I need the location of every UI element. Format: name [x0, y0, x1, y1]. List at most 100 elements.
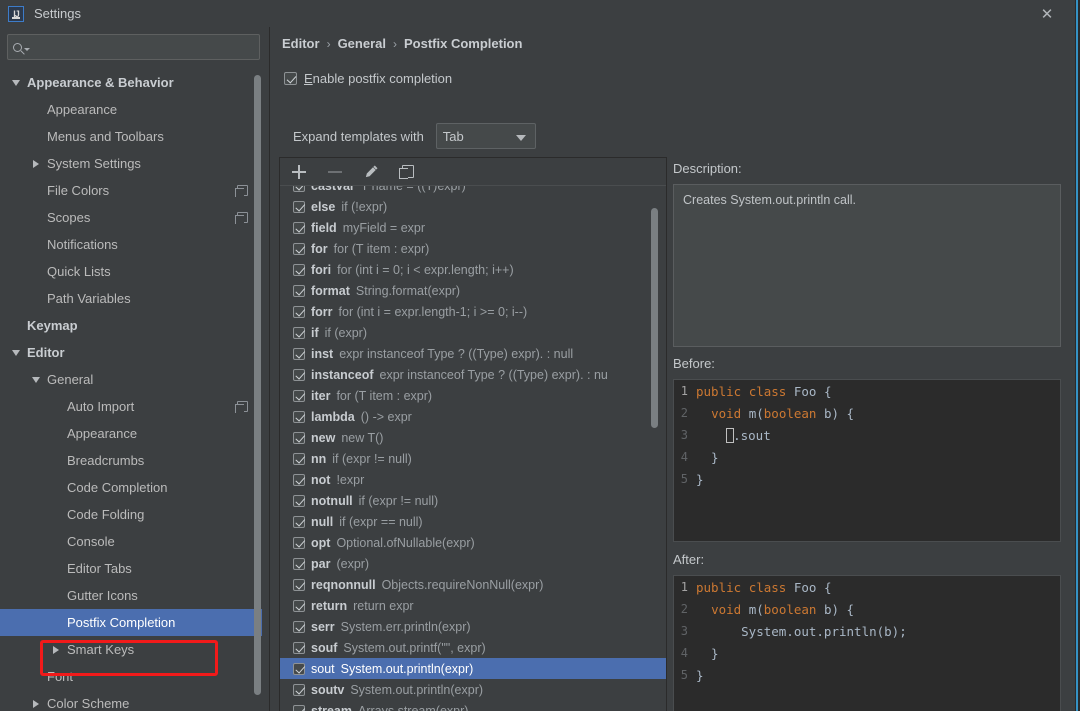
template-checkbox-icon[interactable]	[293, 200, 305, 213]
pencil-icon[interactable]	[362, 163, 380, 181]
template-row[interactable]: instanceof expr instanceof Type ? ((Type)…	[280, 364, 666, 385]
template-checkbox-icon[interactable]	[293, 578, 305, 591]
checkbox-icon[interactable]	[284, 72, 297, 85]
sidebar-item-keymap[interactable]: Keymap	[0, 312, 262, 339]
sidebar-item-menus-and-toolbars[interactable]: Menus and Toolbars	[0, 123, 262, 150]
template-checkbox-icon[interactable]	[293, 641, 305, 654]
template-checkbox-icon[interactable]	[293, 431, 305, 444]
sidebar-item-editor[interactable]: Editor	[0, 339, 262, 366]
template-checkbox-icon[interactable]	[293, 305, 305, 318]
template-row[interactable]: new new T()	[280, 427, 666, 448]
copy-icon[interactable]	[398, 163, 416, 181]
template-checkbox-icon[interactable]	[293, 221, 305, 234]
sidebar-item-auto-import[interactable]: Auto Import	[0, 393, 262, 420]
template-row[interactable]: notnull if (expr != null)	[280, 490, 666, 511]
chevron-down-icon[interactable]	[9, 79, 22, 86]
template-checkbox-icon[interactable]	[293, 242, 305, 255]
minus-icon[interactable]	[326, 163, 344, 181]
sidebar-item-path-variables[interactable]: Path Variables	[0, 285, 262, 312]
search-field[interactable]	[7, 34, 260, 60]
copy-settings-icon[interactable]	[235, 185, 248, 197]
sidebar-item-code-completion[interactable]: Code Completion	[0, 474, 262, 501]
template-checkbox-icon[interactable]	[293, 557, 305, 570]
template-row[interactable]: soutv System.out.println(expr)	[280, 679, 666, 700]
template-checkbox-icon[interactable]	[293, 515, 305, 528]
copy-settings-icon[interactable]	[235, 212, 248, 224]
search-input[interactable]	[30, 40, 259, 54]
template-checkbox-icon[interactable]	[293, 620, 305, 633]
breadcrumb-item-editor[interactable]: Editor	[282, 36, 320, 51]
sidebar-item-notifications[interactable]: Notifications	[0, 231, 262, 258]
template-checkbox-icon[interactable]	[293, 704, 305, 711]
sidebar-item-breadcrumbs[interactable]: Breadcrumbs	[0, 447, 262, 474]
template-checkbox-icon[interactable]	[293, 186, 305, 192]
sidebar-item-color-scheme[interactable]: Color Scheme	[0, 690, 262, 711]
breadcrumb-item-general[interactable]: General	[338, 36, 386, 51]
sidebar-item-font[interactable]: Font	[0, 663, 262, 690]
sidebar-item-console[interactable]: Console	[0, 528, 262, 555]
template-row[interactable]: format String.format(expr)	[280, 280, 666, 301]
expand-templates-select[interactable]: Tab	[435, 123, 536, 149]
template-row[interactable]: fori for (int i = 0; i < expr.length; i++…	[280, 259, 666, 280]
enable-postfix-completion-checkbox[interactable]: Enable postfix completion	[284, 71, 452, 86]
template-row[interactable]: lambda () -> expr	[280, 406, 666, 427]
sidebar-item-code-folding[interactable]: Code Folding	[0, 501, 262, 528]
sidebar-item-postfix-completion[interactable]: Postfix Completion	[0, 609, 262, 636]
templates-list[interactable]: castvar T name = ((T)expr) else if (!expr) f…	[280, 186, 666, 711]
sidebar-item-editor-tabs[interactable]: Editor Tabs	[0, 555, 262, 582]
template-checkbox-icon[interactable]	[293, 410, 305, 423]
template-row[interactable]: nn if (expr != null)	[280, 448, 666, 469]
sidebar-item-quick-lists[interactable]: Quick Lists	[0, 258, 262, 285]
sidebar-item-scopes[interactable]: Scopes	[0, 204, 262, 231]
template-checkbox-icon[interactable]	[293, 473, 305, 486]
template-row[interactable]: iter for (T item : expr)	[280, 385, 666, 406]
chevron-right-icon[interactable]	[49, 645, 62, 654]
template-row[interactable]: par (expr)	[280, 553, 666, 574]
template-checkbox-icon[interactable]	[293, 599, 305, 612]
template-row[interactable]: forr for (int i = expr.length-1; i >= 0; …	[280, 301, 666, 322]
chevron-down-icon[interactable]	[9, 349, 22, 356]
copy-settings-icon[interactable]	[235, 401, 248, 413]
template-row[interactable]: serr System.err.println(expr)	[280, 616, 666, 637]
template-checkbox-icon[interactable]	[293, 536, 305, 549]
template-row[interactable]: not !expr	[280, 469, 666, 490]
template-checkbox-icon[interactable]	[293, 662, 305, 675]
template-checkbox-icon[interactable]	[293, 263, 305, 276]
template-checkbox-icon[interactable]	[293, 494, 305, 507]
template-checkbox-icon[interactable]	[293, 389, 305, 402]
template-row[interactable]: inst expr instanceof Type ? ((Type) expr)…	[280, 343, 666, 364]
template-row[interactable]: stream Arrays.stream(expr)	[280, 700, 666, 711]
chevron-right-icon[interactable]	[29, 699, 42, 708]
plus-icon[interactable]	[290, 163, 308, 181]
template-checkbox-icon[interactable]	[293, 452, 305, 465]
sidebar-item-appearance-behavior[interactable]: Appearance & Behavior	[0, 69, 262, 96]
sidebar-item-appearance[interactable]: Appearance	[0, 96, 262, 123]
sidebar-item-general[interactable]: General	[0, 366, 262, 393]
template-checkbox-icon[interactable]	[293, 347, 305, 360]
sidebar-item-smart-keys[interactable]: Smart Keys	[0, 636, 262, 663]
settings-tree[interactable]: Appearance & Behavior Appearance Menus and…	[0, 69, 262, 711]
chevron-down-icon[interactable]	[29, 376, 42, 383]
template-checkbox-icon[interactable]	[293, 368, 305, 381]
template-row[interactable]: null if (expr == null)	[280, 511, 666, 532]
template-row[interactable]: field myField = expr	[280, 217, 666, 238]
template-row[interactable]: reqnonnull Objects.requireNonNull(expr)	[280, 574, 666, 595]
template-row[interactable]: souf System.out.printf("", expr)	[280, 637, 666, 658]
templates-scrollbar-thumb[interactable]	[651, 208, 658, 428]
template-row[interactable]: else if (!expr)	[280, 196, 666, 217]
sidebar-item-system-settings[interactable]: System Settings	[0, 150, 262, 177]
template-row[interactable]: if if (expr)	[280, 322, 666, 343]
template-row[interactable]: castvar T name = ((T)expr)	[280, 186, 666, 196]
chevron-right-icon[interactable]	[29, 159, 42, 168]
sidebar-scrollbar-thumb[interactable]	[254, 75, 261, 695]
template-checkbox-icon[interactable]	[293, 284, 305, 297]
template-checkbox-icon[interactable]	[293, 326, 305, 339]
template-row[interactable]: opt Optional.ofNullable(expr)	[280, 532, 666, 553]
sidebar-item-gutter-icons[interactable]: Gutter Icons	[0, 582, 262, 609]
sidebar-item-appearance[interactable]: Appearance	[0, 420, 262, 447]
sidebar-item-file-colors[interactable]: File Colors	[0, 177, 262, 204]
template-row[interactable]: return return expr	[280, 595, 666, 616]
close-icon[interactable]: ✕	[1026, 0, 1068, 27]
template-row[interactable]: for for (T item : expr)	[280, 238, 666, 259]
template-row[interactable]: sout System.out.println(expr)	[280, 658, 666, 679]
